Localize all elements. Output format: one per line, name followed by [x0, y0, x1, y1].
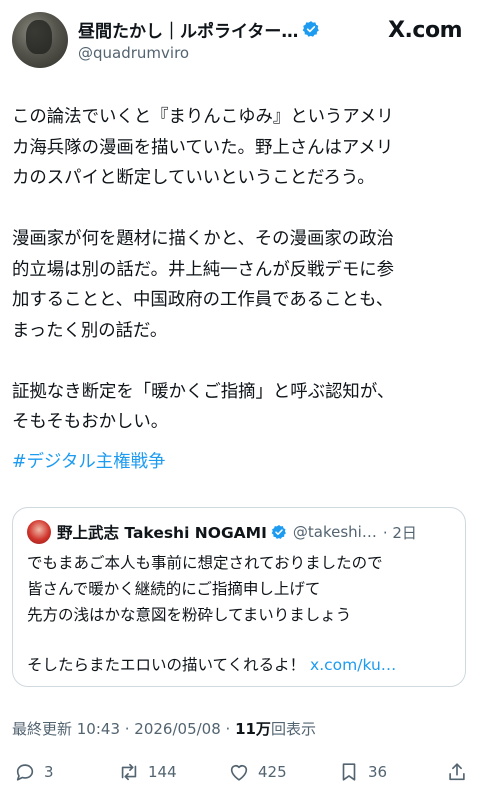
quoted-post-text: でもまあご本人も事前に想定されておりましたので 皆さんで暖かく継続的にご指摘申し… [27, 554, 383, 624]
like-button[interactable]: 425 [228, 754, 287, 790]
share-icon [449, 763, 465, 781]
post-timestamp[interactable]: 最終更新 10:43 · 2026/05/08 · [12, 720, 235, 738]
quoted-author-row: 野上武志 Takeshi NOGAMI @takeshi… · 2日 [57, 520, 417, 544]
quoted-author-avatar [27, 520, 51, 544]
author-handle[interactable]: @quadrumviro [78, 44, 189, 62]
bookmark-button[interactable]: 36 [338, 754, 387, 790]
repost-icon [121, 763, 137, 781]
like-count: 425 [258, 763, 287, 781]
post-meta: 最終更新 10:43 · 2026/05/08 · 11万回表示 [12, 718, 316, 739]
author-name-row: 昼間たかし｜ルポライター… [78, 16, 320, 42]
quoted-post-last-line: そしたらまたエロいの描いてくれるよ！ x.com/ku… [27, 652, 396, 678]
x-watermark: X.com [388, 18, 462, 43]
heart-icon [230, 764, 248, 781]
author-display-name[interactable]: 昼間たかし｜ルポライター… [78, 17, 298, 42]
repost-button[interactable]: 144 [118, 754, 177, 790]
quoted-post-last-text: そしたらまたエロいの描いてくれるよ！ [27, 656, 306, 674]
bookmark-count: 36 [368, 763, 388, 781]
quoted-post-link[interactable]: x.com/ku… [310, 656, 396, 674]
share-button[interactable] [446, 754, 468, 790]
bookmark-icon [342, 763, 356, 781]
verified-badge-icon [271, 525, 286, 539]
post-text: この論法でいくと『まりんこゆみ』というアメリ カ海兵隊の漫画を描いていた。野上さ… [12, 107, 395, 432]
action-bar: 3 144 425 36 [0, 754, 480, 790]
quoted-post[interactable]: 野上武志 Takeshi NOGAMI @takeshi… · 2日 でもまあご… [12, 507, 466, 687]
verified-badge-icon [303, 21, 320, 37]
quoted-author-name: 野上武志 Takeshi NOGAMI [57, 524, 267, 542]
post-header: 昼間たかし｜ルポライター… @quadrumviro X.com [12, 10, 468, 70]
reply-icon [16, 764, 34, 781]
reply-count: 3 [44, 763, 54, 781]
reply-button[interactable]: 3 [14, 754, 54, 790]
hashtag-link[interactable]: #デジタル主権戦争 [12, 447, 165, 477]
quoted-author-handle: @takeshi… [292, 523, 377, 541]
views-count: 11万 [235, 720, 271, 738]
author-avatar[interactable] [12, 12, 68, 68]
quoted-post-time: · 2日 [382, 523, 417, 542]
views-label: 回表示 [270, 720, 316, 738]
repost-count: 144 [148, 763, 177, 781]
